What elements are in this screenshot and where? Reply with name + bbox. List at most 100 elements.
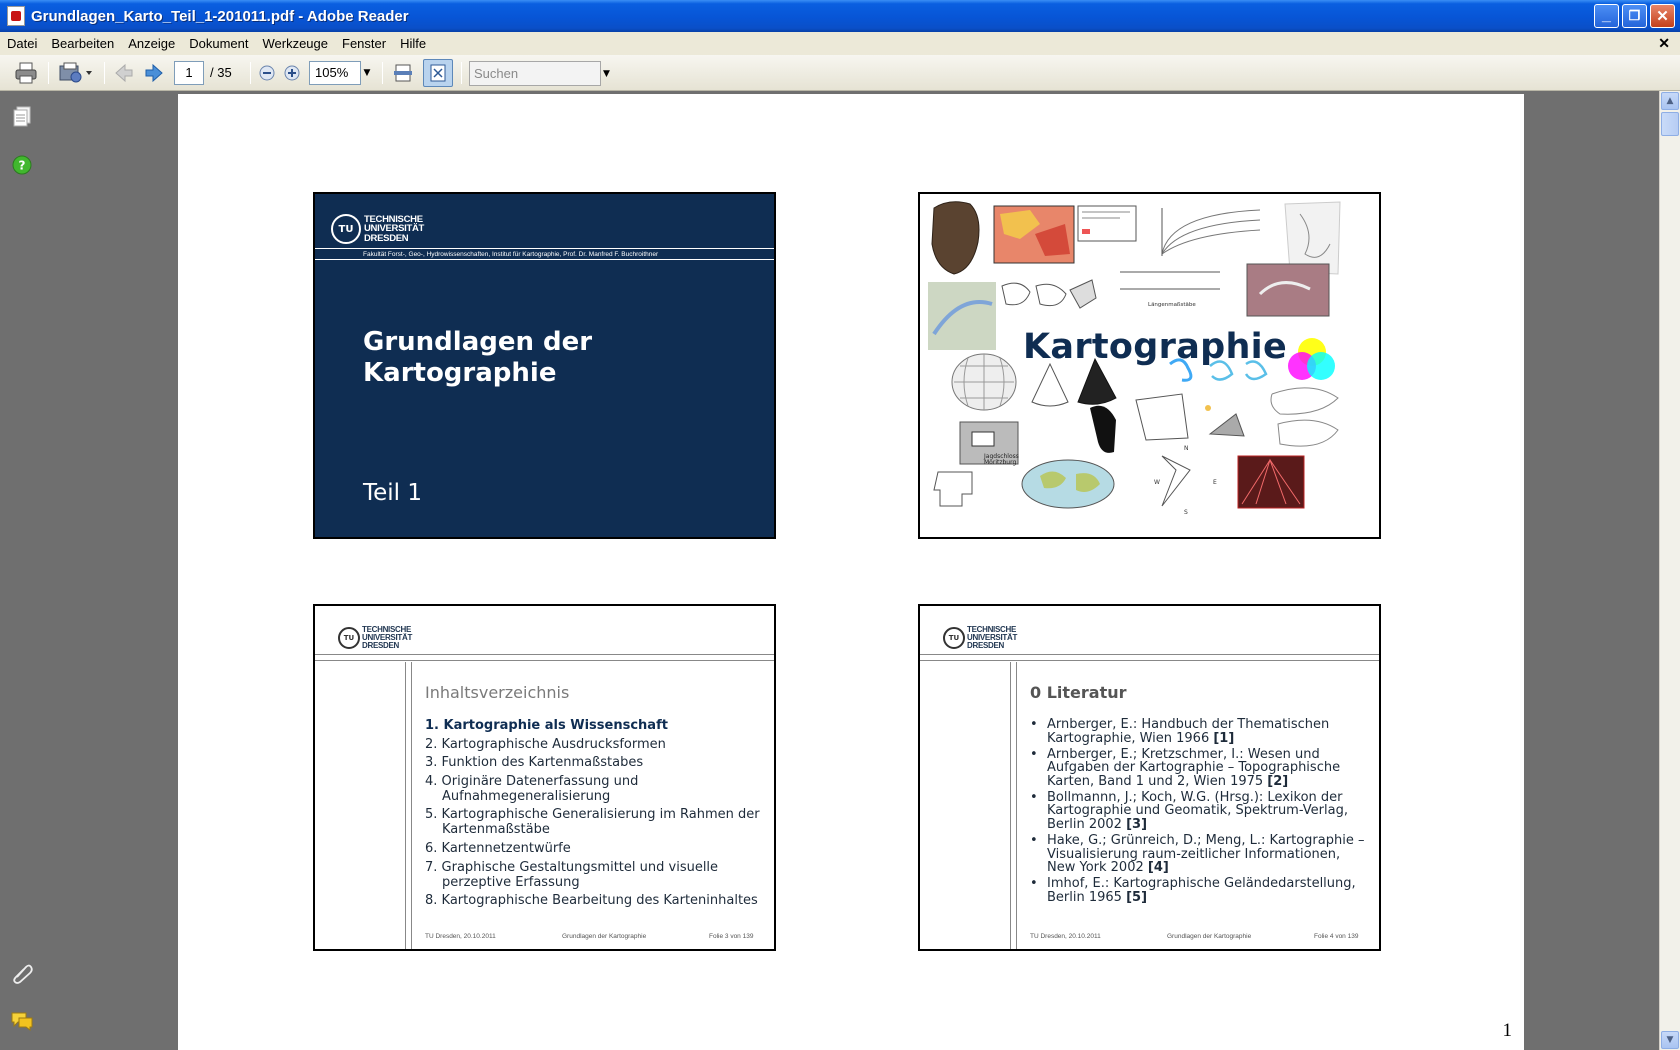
help-icon: ?: [12, 155, 32, 175]
fit-page-icon: [430, 64, 446, 82]
tud-logo: TECHNISCHE UNIVERSITÄT DRESDEN: [943, 626, 1017, 650]
compass-s: S: [1184, 509, 1188, 516]
menu-hilfe[interactable]: Hilfe: [393, 36, 433, 51]
document-area[interactable]: TECHNISCHE UNIVERSITÄT DRESDEN Fakultät …: [42, 91, 1659, 1050]
castle-label: Moritzburg: [984, 459, 1016, 466]
slide-literature: TECHNISCHE UNIVERSITÄT DRESDEN 0 Literat…: [918, 604, 1381, 951]
scroll-thumb[interactable]: [1661, 112, 1679, 136]
fit-width-icon: [394, 64, 412, 82]
literature-ref: [1]: [1213, 730, 1235, 746]
menu-fenster[interactable]: Fenster: [335, 36, 393, 51]
adobe-pdf-icon: [7, 6, 25, 26]
literature-text: Arnberger, E.: Handbuch der Thematischen…: [1047, 717, 1330, 746]
slide-footer-date: TU Dresden, 20.10.2011: [1030, 933, 1101, 940]
arrow-left-icon: [115, 63, 133, 83]
scroll-up-button[interactable]: ▲: [1661, 92, 1679, 110]
svg-text:?: ?: [19, 159, 26, 173]
toc-item: 6. Kartennetzentwürfe: [425, 840, 571, 856]
close-document-button[interactable]: ✕: [1658, 35, 1670, 52]
fit-page-button[interactable]: [423, 59, 453, 87]
maximize-button[interactable]: ❐: [1622, 4, 1647, 28]
menu-werkzeuge[interactable]: Werkzeuge: [255, 36, 335, 51]
tud-logo-icon: [331, 214, 361, 244]
previous-page-button[interactable]: [112, 61, 136, 85]
scroll-down-button[interactable]: ▼: [1661, 1031, 1679, 1049]
literature-item: Bollmannn, J.; Koch, W.G. (Hrsg.): Lexik…: [1030, 789, 1370, 832]
literature-heading: 0 Literatur: [1030, 683, 1127, 702]
menu-dokument[interactable]: Dokument: [182, 36, 255, 51]
tud-logo: TECHNISCHE UNIVERSITÄT DRESDEN: [331, 214, 424, 244]
literature-ref: [3]: [1126, 816, 1148, 832]
divider: [315, 660, 774, 661]
printer-icon: [15, 62, 37, 84]
divider: [315, 654, 774, 655]
search-input[interactable]: Suchen: [469, 61, 601, 86]
zoom-in-icon: [284, 65, 300, 81]
window-title: Grundlagen_Karto_Teil_1-201011.pdf - Ado…: [31, 7, 409, 25]
slide-subtitle: Teil 1: [363, 480, 423, 506]
menu-bar: Datei Bearbeiten Anzeige Dokument Werkze…: [0, 32, 1680, 55]
search-dropdown-button[interactable]: ▼: [601, 61, 612, 86]
close-window-button[interactable]: ✕: [1650, 4, 1675, 28]
page-number: 1: [1502, 1020, 1513, 1041]
literature-item: Hake, G.; Grünreich, D.; Meng, L.: Karto…: [1030, 834, 1370, 875]
print-button[interactable]: [12, 61, 40, 85]
toc-item: 7. Graphische Gestaltungsmittel und visu…: [425, 859, 719, 890]
compass-w: W: [1154, 479, 1160, 486]
zoom-dropdown-button[interactable]: ▼: [361, 61, 373, 85]
menu-anzeige[interactable]: Anzeige: [121, 36, 182, 51]
divider: [1016, 662, 1017, 949]
logo-line: DRESDEN: [364, 232, 409, 244]
arrow-right-icon: [145, 63, 163, 83]
divider: [315, 259, 774, 260]
faculty-line: Fakultät Forst-, Geo-, Hydrowissenschaft…: [363, 251, 659, 258]
zoom-in-button[interactable]: [281, 61, 303, 85]
divider: [920, 654, 1379, 655]
literature-text: Arnberger, E.; Kretzschmer, I.: Wesen un…: [1047, 746, 1341, 789]
slide-footer-number: Folie 3 von 139: [709, 933, 754, 940]
toolbar: 1 / 35 105% ▼ Suchen ▼: [0, 55, 1680, 91]
minimize-icon: _: [1602, 7, 1611, 24]
menu-bearbeiten[interactable]: Bearbeiten: [44, 36, 121, 51]
fit-width-button[interactable]: [390, 61, 416, 85]
pages-icon: [13, 106, 31, 127]
logo-line: DRESDEN: [967, 641, 1005, 650]
slide-footer-date: TU Dresden, 20.10.2011: [425, 933, 496, 940]
attachments-panel-button[interactable]: [10, 961, 34, 985]
menu-datei[interactable]: Datei: [0, 36, 44, 51]
toc-list: 1. Kartographie als Wissenschaft 2. Kart…: [425, 718, 770, 912]
tud-logo-icon: [943, 627, 965, 649]
pages-panel-button[interactable]: [10, 105, 34, 129]
share-button[interactable]: [56, 61, 96, 85]
help-panel-button[interactable]: ?: [10, 153, 34, 177]
scale-label: Längenmaßstäbe: [1148, 302, 1196, 308]
divider: [315, 248, 774, 249]
page-number-input[interactable]: 1: [174, 61, 204, 85]
toc-item: 4. Originäre Datenerfassung und Aufnahme…: [425, 773, 639, 804]
slide-footer-title: Grundlagen der Kartographie: [562, 933, 647, 940]
literature-text: Bollmannn, J.; Koch, W.G. (Hrsg.): Lexik…: [1047, 789, 1348, 832]
vertical-scrollbar[interactable]: ▲ ▼: [1659, 91, 1680, 1050]
literature-list: Arnberger, E.: Handbuch der Thematischen…: [1030, 718, 1370, 907]
minimize-button[interactable]: _: [1594, 4, 1619, 28]
title-line: Kartographie: [363, 358, 557, 388]
toc-item: 3. Funktion des Kartenmaßstabes: [425, 755, 644, 771]
next-page-button[interactable]: [142, 61, 166, 85]
divider: [411, 662, 412, 949]
zoom-out-icon: [259, 65, 275, 81]
zoom-level-input[interactable]: 105%: [309, 61, 361, 85]
tud-logo: TECHNISCHE UNIVERSITÄT DRESDEN: [338, 626, 412, 650]
toc-item: 8. Kartographische Bearbeitung des Karte…: [425, 893, 758, 909]
collage-title: Kartographie: [1023, 327, 1288, 367]
zoom-out-button[interactable]: [256, 61, 278, 85]
logo-line: DRESDEN: [362, 641, 400, 650]
chevron-down-icon: ▼: [603, 68, 610, 79]
comments-panel-button[interactable]: [10, 1009, 34, 1033]
navigation-panel: ?: [0, 91, 42, 1050]
literature-item: Arnberger, E.: Handbuch der Thematischen…: [1030, 718, 1370, 745]
toc-item: 5. Kartographische Generalisierung im Ra…: [425, 807, 760, 838]
toc-item: 1. Kartographie als Wissenschaft: [425, 718, 668, 733]
compass-e: E: [1213, 479, 1217, 486]
divider: [1010, 662, 1011, 949]
toc-item: 2. Kartographische Ausdrucksformen: [425, 736, 666, 752]
